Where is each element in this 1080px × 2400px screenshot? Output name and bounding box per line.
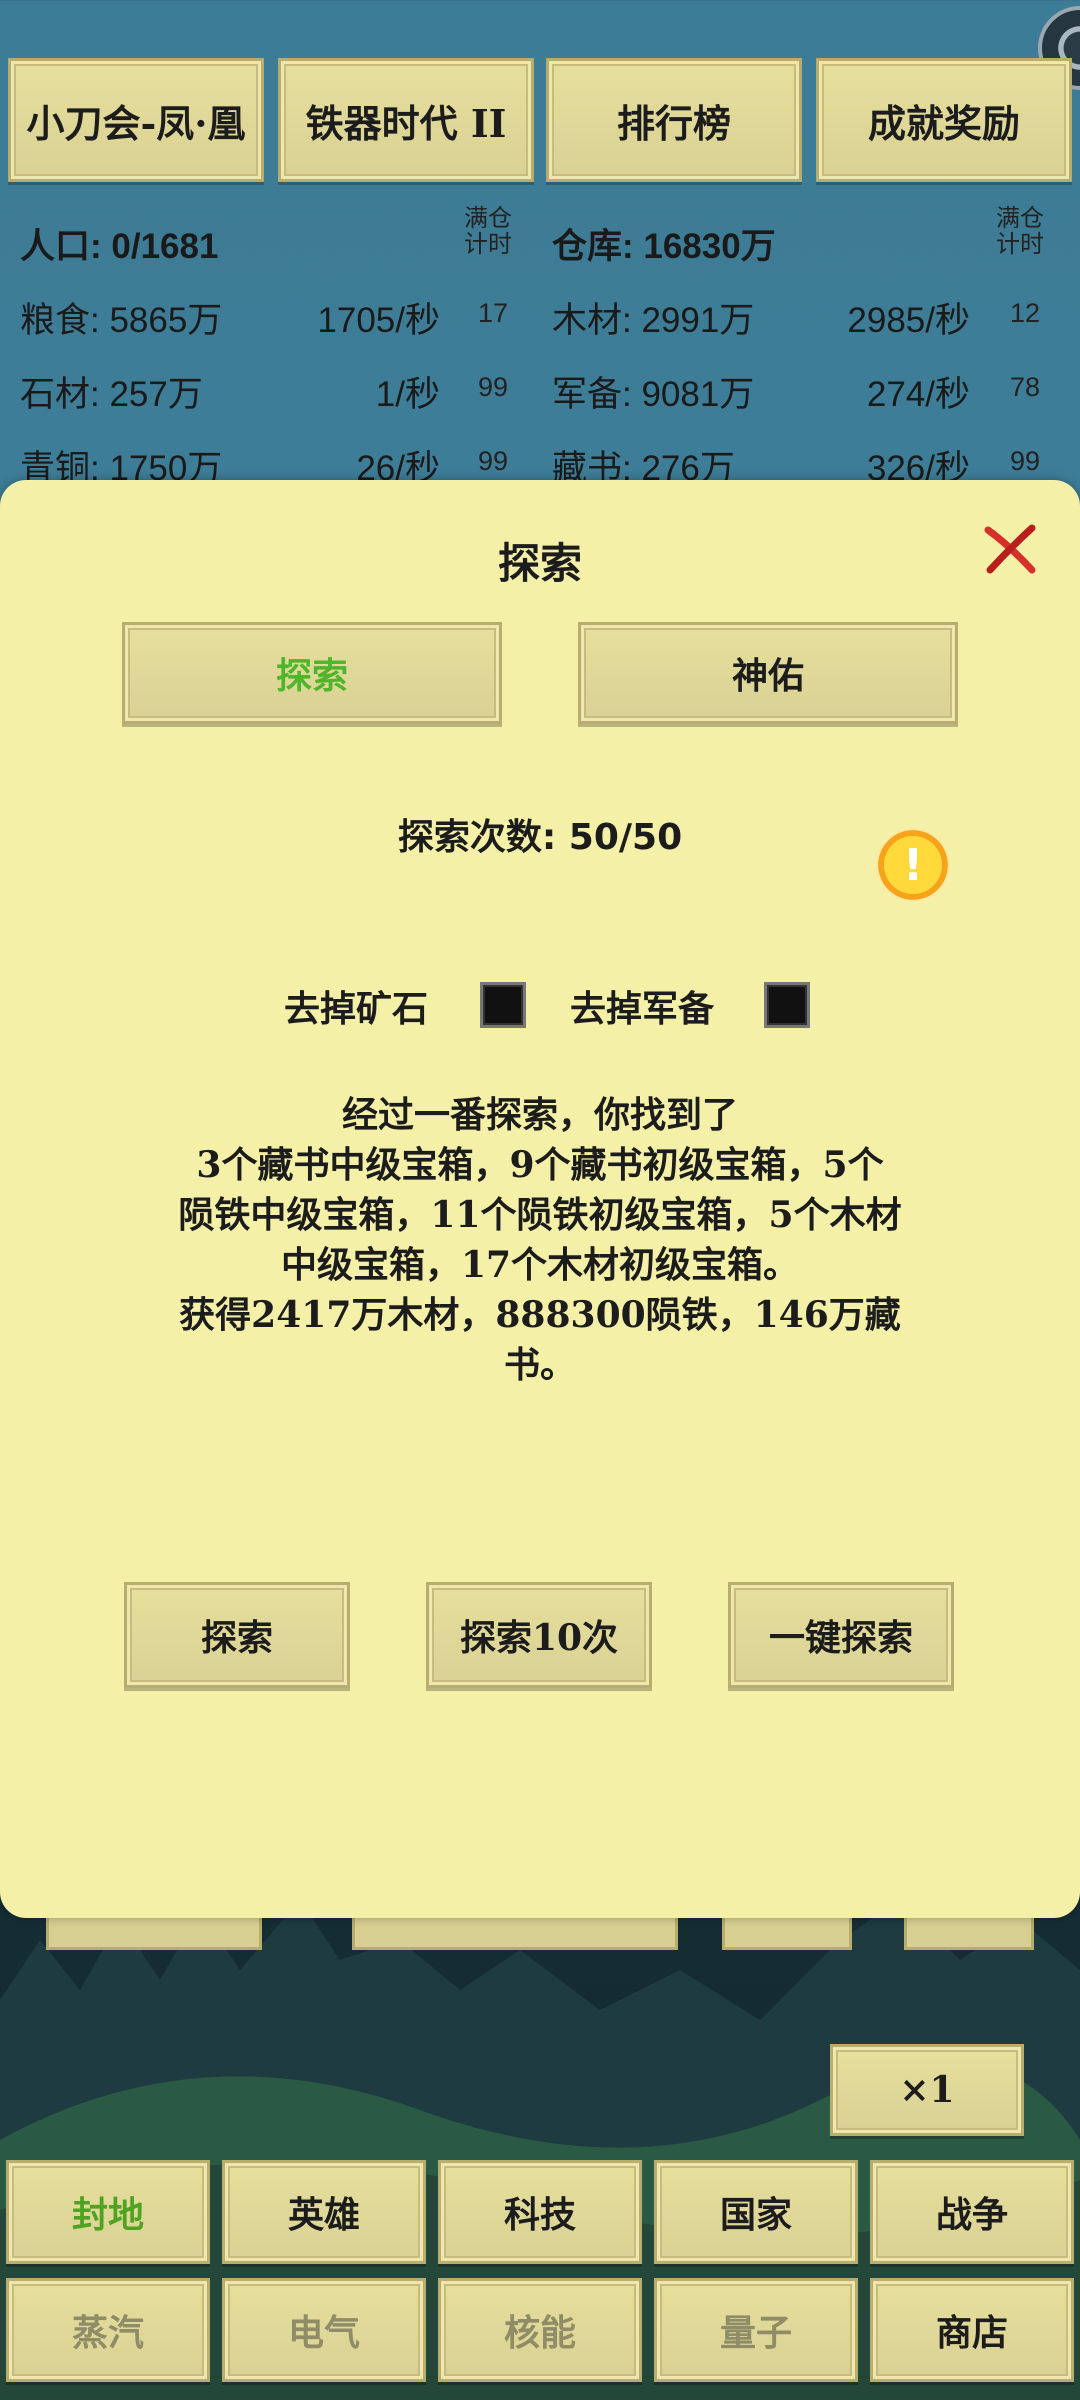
nav-nuclear-label: 核能: [503, 2312, 576, 2354]
nav-war[interactable]: 战争: [870, 2160, 1074, 2264]
nav-steam-label: 蒸汽: [71, 2312, 144, 2354]
speed-label: ×1: [899, 2069, 955, 2111]
era-button[interactable]: 铁器时代 II: [278, 58, 534, 182]
food-rate: 1705/秒: [317, 301, 440, 340]
achievement-label: 成就奖励: [867, 100, 1020, 146]
nav-shop-label: 商店: [935, 2312, 1008, 2354]
armament-timer: 78: [1010, 372, 1041, 402]
close-icon[interactable]: [980, 520, 1040, 580]
era-label: 铁器时代 II: [305, 100, 507, 146]
explore-10-button-label: 探索10次: [459, 1617, 619, 1659]
remove-ore-label: 去掉矿石: [284, 988, 429, 1030]
nav-war-label: 战争: [935, 2194, 1008, 2236]
guild-button[interactable]: 小刀会-凤·凰: [8, 58, 264, 182]
nav-shop[interactable]: 商店: [870, 2278, 1074, 2382]
wood-rate: 2985/秒: [847, 301, 970, 340]
nav-heroes[interactable]: 英雄: [222, 2160, 426, 2264]
armament-amount: 军备: 9081万: [552, 375, 755, 414]
tab-explore-label: 探索: [275, 655, 348, 697]
nav-heroes-label: 英雄: [287, 2194, 360, 2236]
auto-explore-button-label: 一键探索: [768, 1617, 913, 1659]
nav-nuclear[interactable]: 核能: [438, 2278, 642, 2382]
bronze-timer: 99: [478, 446, 509, 476]
nav-electric[interactable]: 电气: [222, 2278, 426, 2382]
stone-rate: 1/秒: [375, 375, 440, 414]
tab-explore[interactable]: 探索: [122, 622, 502, 724]
explore-button-label: 探索: [200, 1617, 273, 1659]
tab-blessing-label: 神佑: [731, 655, 804, 697]
full-timer-header-left: 满仓 计时: [464, 205, 512, 258]
info-alert-icon[interactable]: !: [876, 828, 950, 902]
modal-title: 探索: [497, 539, 582, 588]
explore-result-text: 经过一番探索，你找到了 3个藏书中级宝箱，9个藏书初级宝箱，5个 陨铁中级宝箱，…: [178, 1094, 902, 1386]
stone-timer: 99: [478, 372, 509, 402]
food-timer: 17: [478, 298, 509, 328]
nav-steam[interactable]: 蒸汽: [6, 2278, 210, 2382]
remove-armament-label: 去掉军备: [570, 988, 715, 1030]
ranking-label: 排行榜: [616, 100, 731, 146]
nav-fief[interactable]: 封地: [6, 2160, 210, 2264]
remove-armament-checkbox[interactable]: [764, 982, 810, 1028]
nav-tech-label: 科技: [503, 2194, 576, 2236]
armament-rate: 274/秒: [866, 375, 970, 414]
ranking-button[interactable]: 排行榜: [546, 58, 802, 182]
nav-nation-label: 国家: [719, 2194, 792, 2236]
stone-amount: 石材: 257万: [20, 375, 203, 414]
explore-button[interactable]: 探索: [124, 1582, 350, 1688]
full-timer-header-right: 满仓 计时: [996, 205, 1044, 258]
wood-amount: 木材: 2991万: [552, 301, 755, 340]
books-timer: 99: [1010, 446, 1041, 476]
nav-nation[interactable]: 国家: [654, 2160, 858, 2264]
warehouse-text: 仓库: 16830万: [552, 227, 776, 266]
nav-quantum-label: 量子: [719, 2312, 792, 2354]
population-text: 人口: 0/1681: [20, 227, 219, 266]
nav-fief-label: 封地: [71, 2194, 144, 2236]
wood-timer: 12: [1010, 298, 1041, 328]
tab-blessing[interactable]: 神佑: [578, 622, 958, 724]
nav-quantum[interactable]: 量子: [654, 2278, 858, 2382]
nav-electric-label: 电气: [287, 2312, 360, 2354]
guild-label: 小刀会-凤·凰: [26, 100, 246, 146]
auto-explore-button[interactable]: 一键探索: [728, 1582, 954, 1688]
food-amount: 粮食: 5865万: [20, 301, 223, 340]
explore-10-button[interactable]: 探索10次: [426, 1582, 652, 1688]
achievement-button[interactable]: 成就奖励: [816, 58, 1072, 182]
speed-button[interactable]: ×1: [830, 2044, 1024, 2136]
remove-ore-checkbox[interactable]: [480, 982, 526, 1028]
nav-tech[interactable]: 科技: [438, 2160, 642, 2264]
explore-modal: 探索 探索 神佑 探索次数: 50/50 ! 去掉矿石 去掉军备 经过一番探索，…: [0, 480, 1080, 1918]
